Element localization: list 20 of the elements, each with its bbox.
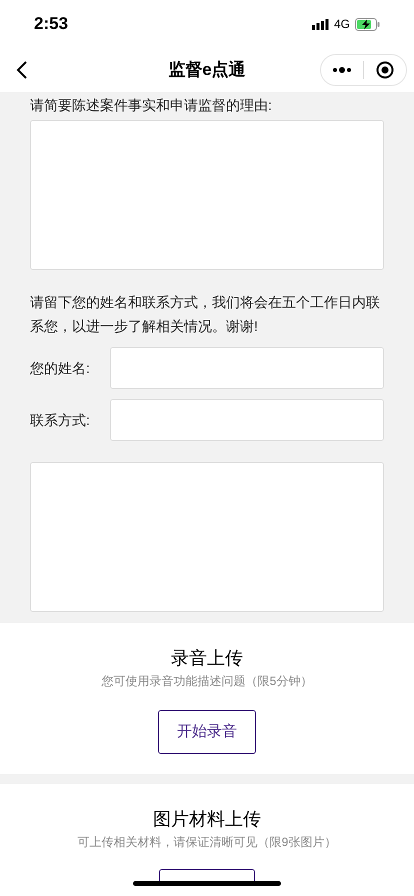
message-textarea[interactable] (30, 462, 384, 612)
section-title: 图片材料上传 (153, 808, 261, 831)
field-label: 您的姓名: (30, 358, 91, 378)
field-label: 联系方式: (30, 410, 91, 430)
status-time: 2:53 (34, 13, 68, 36)
target-icon (376, 61, 394, 79)
section-subtitle: 您可使用录音功能描述问题（限5分钟） (102, 673, 312, 690)
section-subtitle: 可上传相关材料，请保证清晰可见（限9张图片） (78, 834, 336, 851)
signal-icon (312, 18, 329, 30)
battery-charging-icon (355, 18, 380, 30)
input-field[interactable] (110, 347, 384, 389)
reason-label: 请简要陈述案件事实和申请监督的理由: (30, 96, 273, 115)
network-type: 4G (334, 16, 350, 33)
contact-note: 请留下您的姓名和联系方式，我们将会在五个工作日内联系您，以进一步了解相关情况。谢谢! (30, 293, 381, 336)
section-title: 录音上传 (171, 647, 243, 670)
input-field[interactable] (110, 399, 384, 441)
record-button[interactable]: 开始录音 (158, 710, 256, 754)
more-dots-icon (332, 67, 352, 73)
page-title: 监督e点通 (168, 59, 246, 82)
reason-textarea[interactable] (30, 120, 384, 270)
